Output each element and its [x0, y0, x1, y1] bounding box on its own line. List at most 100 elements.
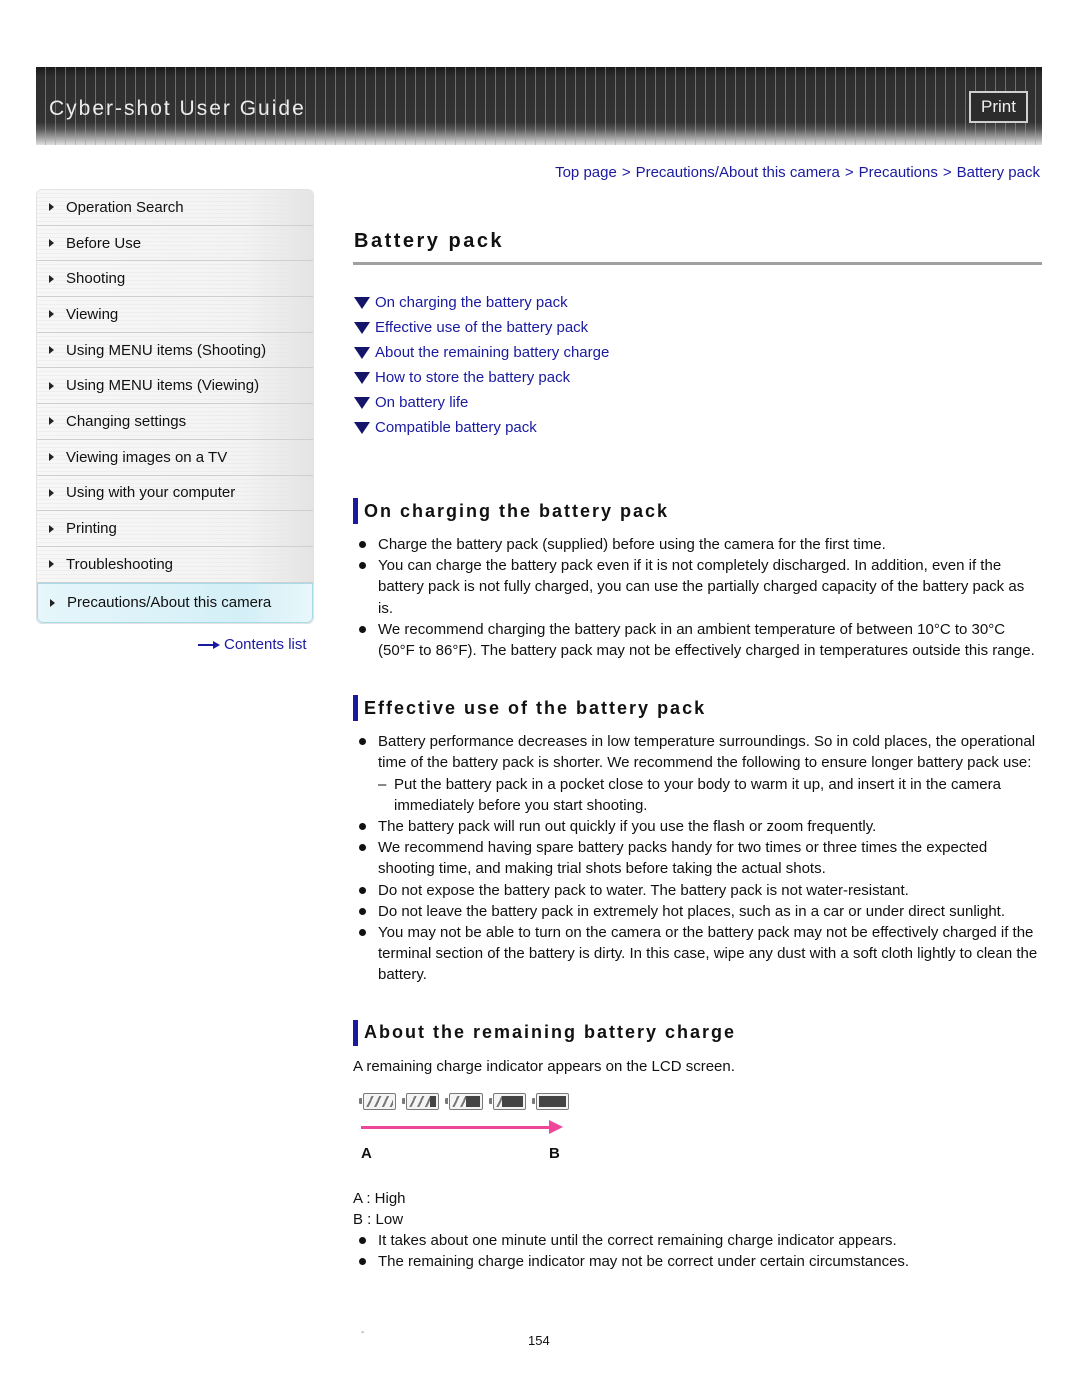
section-marker [353, 695, 358, 722]
bullet-item: We recommend having spare battery packs … [353, 837, 1042, 879]
triangle-down-icon [354, 371, 370, 384]
triangle-right-icon [49, 417, 54, 426]
section-remaining-charge: About the remaining battery charge A rem… [353, 1019, 1042, 1273]
sidebar-item-viewing[interactable]: Viewing [37, 297, 313, 333]
title-divider [353, 262, 1042, 265]
page-number: 154 [528, 1333, 550, 1348]
triangle-down-icon [354, 421, 370, 434]
battery-depleted-fill [466, 1095, 480, 1107]
bullet-item: Battery performance decreases in low tem… [353, 731, 1042, 773]
intro-text: A remaining charge indicator appears on … [353, 1057, 735, 1075]
dash-marker: – [378, 775, 387, 793]
sidebar-item-label: Viewing [66, 305, 119, 323]
legend-item: B : Low [353, 1211, 404, 1229]
sidebar-item-operation-search[interactable]: Operation Search [37, 190, 313, 226]
triangle-right-icon [49, 203, 54, 212]
triangle-right-icon [49, 381, 54, 390]
bullet-item: We recommend charging the battery pack i… [353, 619, 1042, 661]
section-heading-text: On charging the battery pack [364, 500, 670, 521]
sidebar-item-troubleshooting[interactable]: Troubleshooting [37, 546, 313, 583]
triangle-down-icon [354, 346, 370, 359]
battery-indicator-row [358, 1092, 570, 1110]
battery-level-icon [488, 1092, 526, 1110]
sidebar-item-viewing-tv[interactable]: Viewing images on a TV [37, 439, 313, 476]
page-title: Battery pack [354, 230, 505, 252]
toc-link-battery-life[interactable]: On battery life [353, 390, 1042, 415]
toc-link-label: How to store the battery pack [375, 369, 571, 386]
sidebar-item-menu-viewing[interactable]: Using MENU items (Viewing) [37, 368, 313, 405]
sidebar-item-label: Troubleshooting [66, 555, 174, 573]
sidebar-item-label: Operation Search [66, 198, 184, 216]
guide-title: Cyber-shot User Guide [49, 97, 306, 120]
triangle-right-icon [49, 524, 54, 533]
breadcrumb-precautions[interactable]: Precautions [859, 164, 938, 181]
bullet-item: Charge the battery pack (supplied) befor… [353, 534, 1042, 555]
breadcrumb-top-page[interactable]: Top page [555, 164, 617, 181]
table-of-contents: On charging the battery pack Effective u… [353, 290, 1042, 440]
section-heading-text: About the remaining battery charge [364, 1022, 737, 1043]
header-banner: Cyber-shot User Guide Print [36, 67, 1042, 145]
sidebar-item-label: Using MENU items (Viewing) [66, 377, 260, 395]
sub-bullet-item: – Put the battery pack in a pocket close … [353, 774, 1042, 816]
battery-level-icon [402, 1092, 440, 1110]
toc-link-store[interactable]: How to store the battery pack [353, 365, 1042, 390]
section-heading: Effective use of the battery pack [353, 695, 1042, 722]
breadcrumb-precautions-about[interactable]: Precautions/About this camera [636, 164, 840, 181]
section-marker [353, 498, 358, 524]
bullet-item: Do not expose the battery pack to water.… [353, 880, 1042, 901]
triangle-right-icon [49, 274, 54, 283]
sidebar-item-label: Using with your computer [66, 484, 236, 502]
arrow-line [361, 1125, 551, 1129]
breadcrumb-separator: > [844, 164, 854, 181]
print-button[interactable]: Print [969, 91, 1028, 123]
bullet-item: It takes about one minute until the corr… [353, 1230, 1042, 1251]
toc-link-remaining-charge[interactable]: About the remaining battery charge [353, 340, 1042, 365]
triangle-right-icon [49, 346, 54, 355]
toc-link-label: Compatible battery pack [375, 419, 537, 436]
bullet-list: It takes about one minute until the corr… [353, 1230, 1042, 1272]
bullet-item: The remaining charge indicator may not b… [353, 1251, 1042, 1272]
bullet-list: Charge the battery pack (supplied) befor… [353, 534, 1042, 661]
sidebar-item-printing[interactable]: Printing [37, 511, 313, 547]
figure-label-a: A [361, 1144, 372, 1162]
triangle-right-icon [49, 239, 54, 248]
sidebar-item-changing-settings[interactable]: Changing settings [37, 404, 313, 440]
sidebar-item-shooting[interactable]: Shooting [37, 261, 313, 298]
contents-list-link[interactable]: Contents list [198, 636, 307, 653]
battery-depleted-fill [538, 1095, 567, 1107]
stray-mark: - [361, 1327, 365, 1338]
battery-depleted-fill [429, 1095, 437, 1107]
right-arrow-icon [198, 640, 220, 650]
bullet-list: Battery performance decreases in low tem… [353, 731, 1042, 985]
battery-depleted-fill [502, 1095, 523, 1107]
triangle-down-icon [354, 396, 370, 409]
battery-level-icon [358, 1092, 397, 1110]
sub-bullet-text: Put the battery pack in a pocket close t… [394, 775, 1001, 814]
toc-link-label: About the remaining battery charge [375, 344, 610, 361]
sidebar-item-label: Precautions/About this camera [67, 594, 272, 612]
section-effective-use: Effective use of the battery pack Batter… [353, 695, 1042, 985]
sidebar-item-before-use[interactable]: Before Use [37, 225, 313, 262]
sidebar-item-precautions[interactable]: Precautions/About this camera [37, 582, 313, 623]
breadcrumb-separator: > [621, 164, 631, 181]
toc-link-compatible[interactable]: Compatible battery pack [353, 415, 1042, 440]
toc-link-charging[interactable]: On charging the battery pack [353, 290, 1042, 315]
triangle-right-icon [50, 598, 55, 607]
section-heading-text: Effective use of the battery pack [364, 697, 707, 718]
toc-link-effective-use[interactable]: Effective use of the battery pack [353, 315, 1042, 340]
sidebar-item-label: Changing settings [66, 412, 187, 430]
figure-label-b: B [549, 1144, 560, 1162]
arrow-head-icon [549, 1119, 563, 1134]
battery-stripes [366, 1095, 394, 1107]
breadcrumb-separator: > [942, 164, 952, 181]
bullet-item: You can charge the battery pack even if … [353, 555, 1042, 619]
contents-list-label: Contents list [224, 636, 307, 653]
sidebar-item-menu-shooting[interactable]: Using MENU items (Shooting) [37, 332, 313, 369]
toc-link-label: On battery life [375, 394, 469, 411]
toc-link-label: On charging the battery pack [375, 294, 568, 311]
sidebar-item-computer[interactable]: Using with your computer [37, 475, 313, 512]
figure-legend: A : High B : Low [353, 1188, 1042, 1230]
triangle-right-icon [49, 560, 54, 569]
bullet-item: The battery pack will run out quickly if… [353, 816, 1042, 837]
breadcrumb-battery-pack[interactable]: Battery pack [957, 164, 1040, 181]
